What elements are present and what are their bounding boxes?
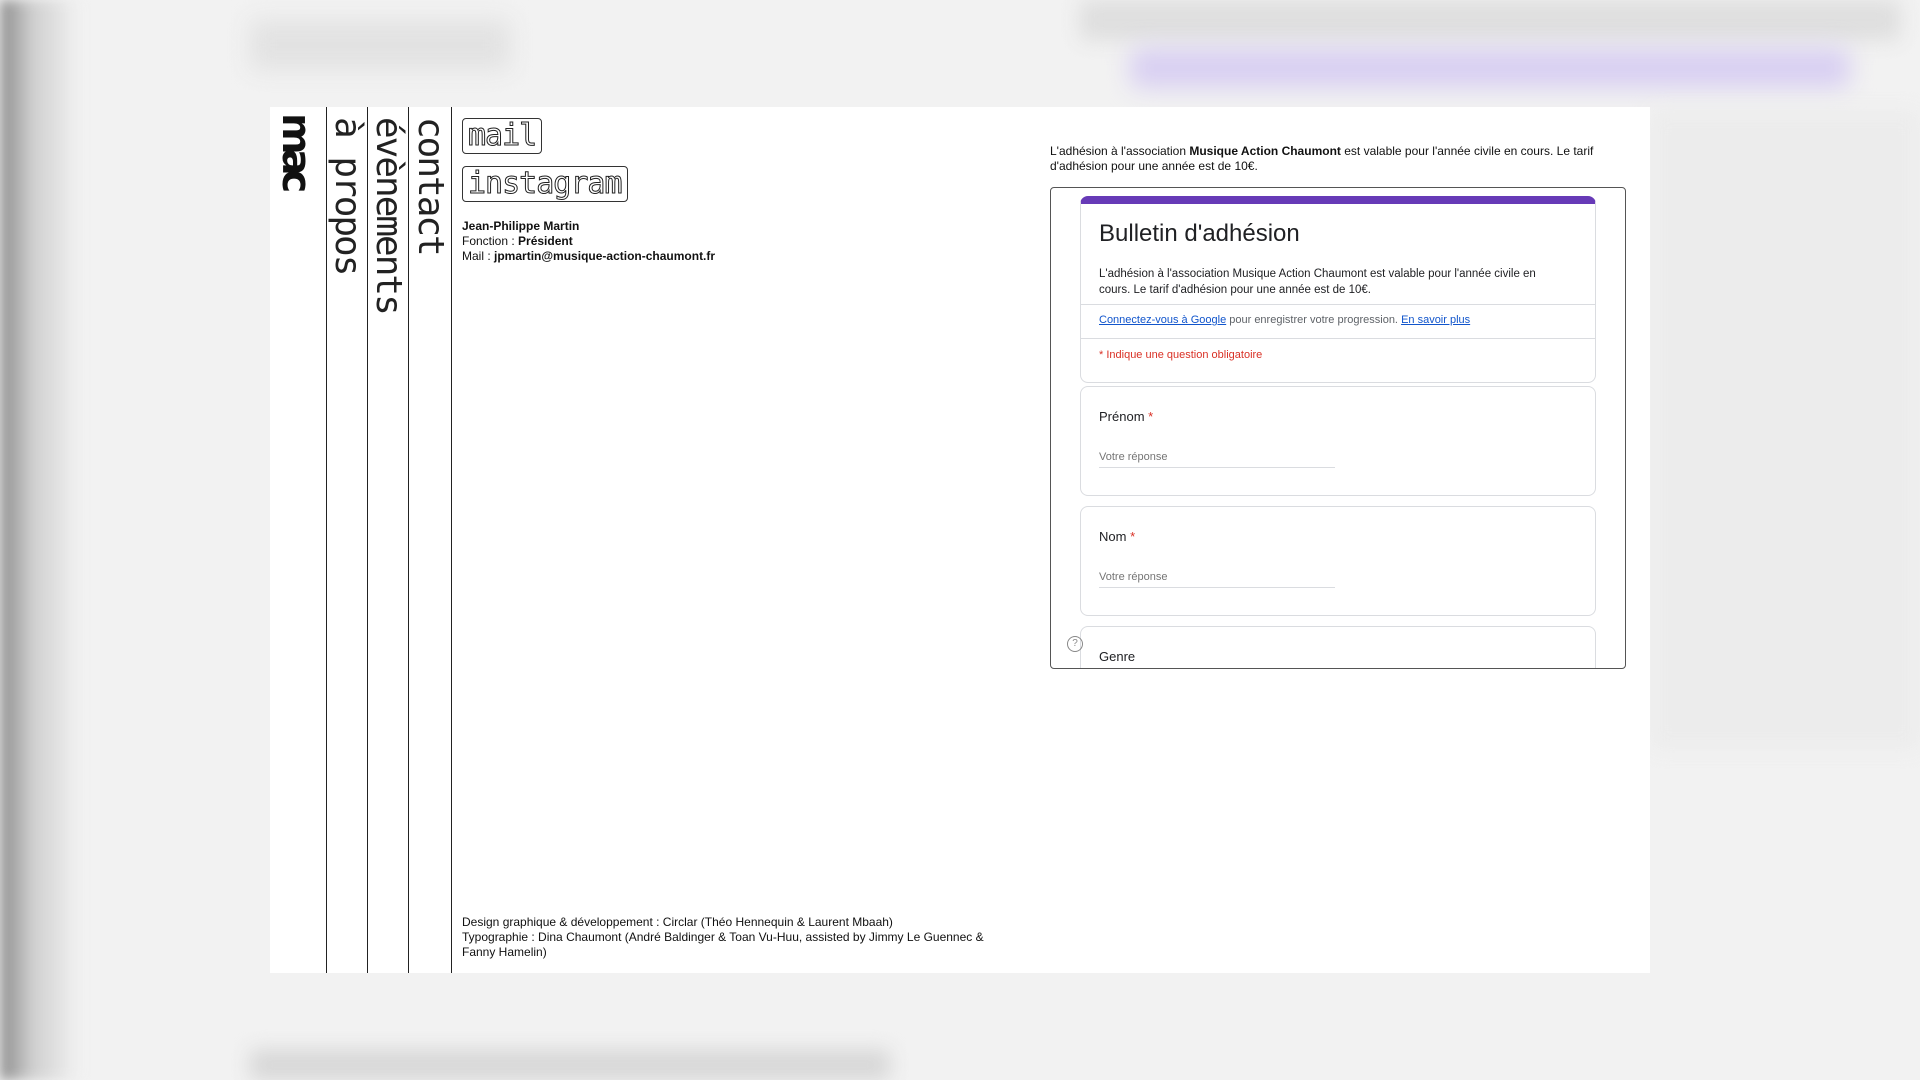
- signin-text: pour enregistrer votre progression.: [1226, 314, 1402, 326]
- typography-credit: Typographie : Dina Chaumont (André Baldi…: [462, 930, 984, 959]
- membership-intro: L'adhésion à l'association Musique Actio…: [1050, 144, 1610, 174]
- help-icon[interactable]: ?: [1067, 636, 1083, 652]
- blurred-purple-band: [1130, 48, 1850, 88]
- question-text: Genre: [1099, 649, 1136, 664]
- blurred-edge-left: [0, 0, 80, 1080]
- question-card-nom: Nom *: [1080, 506, 1596, 616]
- mail-address[interactable]: jpmartin@musique-action-chaumont.fr: [494, 249, 715, 263]
- nav-column-contact: contact: [409, 107, 452, 973]
- instagram-link[interactable]: instagram: [462, 166, 628, 202]
- mail-link[interactable]: mail: [462, 118, 543, 154]
- person-name: Jean-Philippe Martin: [462, 219, 580, 233]
- question-card-prenom: Prénom *: [1080, 386, 1596, 496]
- google-signin-link[interactable]: Connectez-vous à Google: [1099, 314, 1226, 326]
- role-value: Président: [518, 234, 573, 248]
- signin-notice: Connectez-vous à Google pour enregistrer…: [1099, 314, 1470, 326]
- nav-item-contact[interactable]: contact: [410, 117, 451, 255]
- blurred-edge-right: [1650, 110, 1920, 750]
- nav-item-evenements[interactable]: évènements: [368, 117, 409, 314]
- form-description: L'adhésion à l'association Musique Actio…: [1099, 268, 1536, 296]
- divider: [1081, 304, 1595, 305]
- site-logo[interactable]: mac: [273, 113, 319, 187]
- prenom-input[interactable]: [1099, 451, 1335, 468]
- role-label: Fonction :: [462, 234, 519, 248]
- mail-label: Mail :: [462, 249, 495, 263]
- association-name: Musique Action Chaumont: [1189, 144, 1341, 158]
- blurred-edge-top: [1080, 0, 1900, 40]
- design-credit: Design graphique & développement : Circl…: [462, 915, 893, 929]
- learn-more-link[interactable]: En savoir plus: [1401, 314, 1470, 326]
- contact-links: mail instagram: [462, 118, 628, 214]
- nav-item-a-propos[interactable]: à propos: [327, 117, 368, 274]
- contact-info: Jean-Philippe Martin Fonction : Présiden…: [462, 219, 715, 264]
- question-card-genre: Genre: [1080, 626, 1596, 668]
- credits: Design graphique & développement : Circl…: [462, 915, 1002, 960]
- question-text: Prénom: [1099, 409, 1145, 424]
- form-title: Bulletin d'adhésion: [1099, 220, 1300, 247]
- required-asterisk: *: [1130, 529, 1136, 544]
- nom-input[interactable]: [1099, 571, 1335, 588]
- intro-text-start: L'adhésion à l'association: [1050, 144, 1190, 158]
- website-page: mac à propos évènements contact mail ins…: [270, 107, 1650, 973]
- nav-column-a-propos: à propos: [327, 107, 368, 973]
- divider: [1081, 338, 1595, 339]
- question-text: Nom: [1099, 529, 1127, 544]
- form-header-card: Bulletin d'adhésion L'adhésion à l'assoc…: [1080, 196, 1596, 383]
- question-label: Prénom *: [1099, 409, 1153, 424]
- question-label: Nom *: [1099, 529, 1135, 544]
- blurred-edge-topleft: [250, 20, 510, 70]
- required-asterisk: *: [1148, 409, 1154, 424]
- blurred-edge-bottom: [250, 1050, 890, 1080]
- required-note: * Indique une question obligatoire: [1099, 349, 1263, 361]
- nav-column-evenements: évènements: [368, 107, 409, 973]
- logo-column: mac: [270, 107, 327, 973]
- embedded-form[interactable]: Bulletin d'adhésion L'adhésion à l'assoc…: [1050, 187, 1626, 669]
